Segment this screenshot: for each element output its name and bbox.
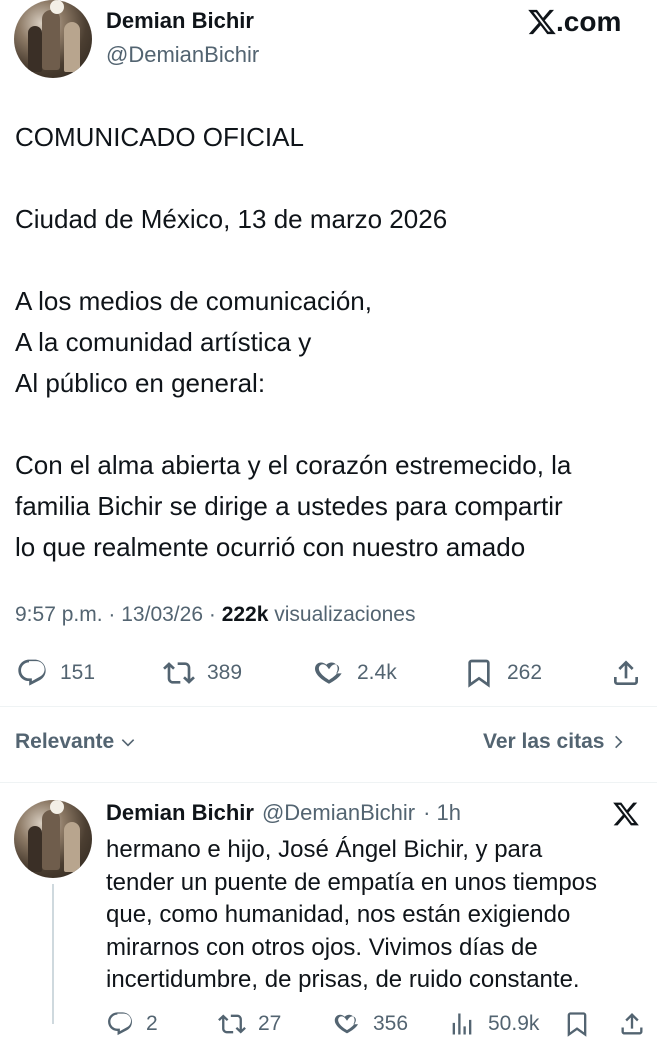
sort-dropdown[interactable]: Relevante [15, 730, 136, 754]
reply-author-handle[interactable]: @DemianBichir [262, 800, 415, 826]
post-text: COMUNICADO OFICIAL Ciudad de México, 13 … [15, 122, 572, 562]
view-quotes-link[interactable]: Ver las citas [483, 730, 626, 754]
chevron-right-icon [615, 735, 623, 749]
divider [0, 706, 657, 707]
views-count: 222k [221, 603, 269, 626]
reply-header: Demian Bichir @DemianBichir · 1h [106, 800, 461, 826]
post-time[interactable]: 9:57 p.m. [15, 603, 103, 626]
reply-views-button[interactable]: 50.9k [448, 1010, 539, 1038]
author-handle[interactable]: @DemianBichir [106, 42, 259, 68]
reply-text: hermano e hijo, José Ángel Bichir, y par… [106, 836, 598, 993]
views-label: visualizaciones [274, 603, 416, 626]
site-label: .com [556, 6, 622, 37]
reply-button[interactable]: 151 [16, 657, 95, 689]
reply-like-count: 356 [373, 1012, 409, 1035]
post-date[interactable]: 13/03/26 [121, 603, 203, 626]
bookmark-icon [567, 1012, 587, 1037]
bookmark-button[interactable]: 262 [463, 657, 542, 689]
reply-count: 151 [60, 661, 96, 684]
reply-icon [18, 659, 46, 686]
x-logo-icon [613, 802, 639, 826]
divider [0, 782, 657, 783]
reply-author-name[interactable]: Demian Bichir [106, 800, 254, 826]
heart-icon [334, 1014, 359, 1034]
repost-count: 389 [207, 661, 243, 684]
author-avatar[interactable] [14, 0, 92, 78]
bookmark-icon [468, 659, 490, 688]
reply-x-logo [612, 800, 640, 833]
reply-icon [108, 1012, 132, 1036]
reply-author-avatar[interactable] [14, 800, 92, 878]
repost-icon [163, 662, 195, 684]
like-button[interactable]: 2.4k [313, 657, 397, 689]
share-button[interactable] [610, 657, 642, 689]
reply-like-button[interactable]: 356 [333, 1010, 408, 1038]
like-count: 2.4k [357, 661, 397, 684]
heart-icon [315, 662, 342, 684]
bookmark-count: 262 [507, 661, 543, 684]
share-icon [614, 660, 638, 685]
reply-views-count: 50.9k [488, 1012, 540, 1035]
x-com-logo: .com [527, 6, 621, 38]
reply-time[interactable]: · 1h [423, 800, 461, 826]
reply-repost-button[interactable]: 27 [218, 1010, 281, 1038]
sort-label: Relevante [15, 730, 115, 753]
reply-reply-count: 2 [146, 1012, 158, 1035]
x-logo-icon [528, 9, 556, 35]
reply-bookmark-button[interactable] [563, 1010, 591, 1038]
author-name[interactable]: Demian Bichir [106, 8, 254, 34]
view-quotes-label: Ver las citas [483, 730, 605, 753]
chevron-down-icon [121, 739, 135, 747]
reply-repost-count: 27 [258, 1012, 282, 1035]
repost-button[interactable]: 389 [163, 657, 242, 689]
reply-share-button[interactable] [618, 1010, 646, 1038]
thread-line [52, 884, 54, 1024]
views-icon [452, 1013, 472, 1035]
reply-reply-button[interactable]: 2 [106, 1010, 158, 1038]
post-meta: 9:57 p.m. · 13/03/26 · 222k visualizacio… [15, 603, 416, 626]
repost-icon [218, 1014, 246, 1034]
share-icon [621, 1013, 643, 1035]
